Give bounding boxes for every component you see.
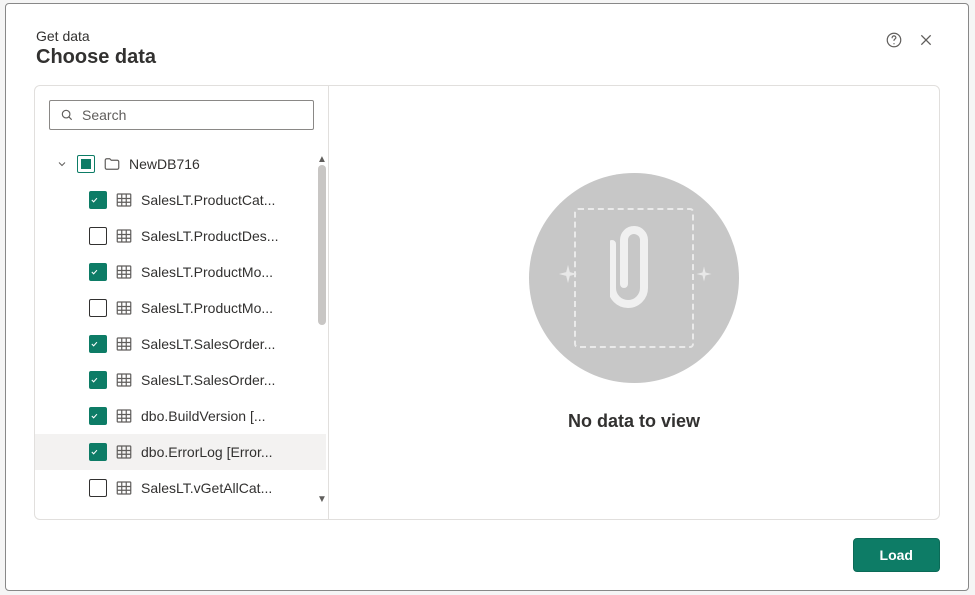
checkbox[interactable] xyxy=(89,371,107,389)
table-label: SalesLT.ProductMo... xyxy=(141,264,273,280)
placeholder-box xyxy=(574,208,694,348)
search-wrap xyxy=(35,86,328,140)
checkbox[interactable] xyxy=(77,155,95,173)
help-icon[interactable] xyxy=(882,28,906,52)
navigator-pane: NewDB716 SalesLT.ProductCat... SalesLT.Pro… xyxy=(35,86,329,519)
table-icon xyxy=(115,335,133,353)
table-label: SalesLT.vGetAllCat... xyxy=(141,480,272,496)
table-label: dbo.BuildVersion [... xyxy=(141,408,266,424)
checkbox[interactable] xyxy=(89,299,107,317)
table-label: SalesLT.ProductDes... xyxy=(141,228,278,244)
scrollbar[interactable]: ▲ ▼ xyxy=(318,154,326,505)
table-node[interactable]: SalesLT.ProductDes... xyxy=(35,218,326,254)
table-label: SalesLT.SalesOrder... xyxy=(141,372,275,388)
search-input[interactable] xyxy=(82,107,303,123)
header-subtitle: Get data xyxy=(36,28,156,44)
checkbox[interactable] xyxy=(89,227,107,245)
table-icon xyxy=(115,407,133,425)
tree-scroll: NewDB716 SalesLT.ProductCat... SalesLT.Pro… xyxy=(35,140,328,519)
table-icon xyxy=(115,227,133,245)
empty-placeholder-graphic xyxy=(529,173,739,383)
dialog-footer: Load xyxy=(6,520,968,590)
table-icon xyxy=(115,443,133,461)
body-panel: NewDB716 SalesLT.ProductCat... SalesLT.Pro… xyxy=(34,85,940,520)
header-actions xyxy=(882,28,938,52)
table-icon xyxy=(115,479,133,497)
table-label: SalesLT.ProductMo... xyxy=(141,300,273,316)
search-box[interactable] xyxy=(49,100,314,130)
checkbox[interactable] xyxy=(89,479,107,497)
header-text: Get data Choose data xyxy=(36,28,156,69)
load-button[interactable]: Load xyxy=(853,538,940,572)
table-icon xyxy=(115,263,133,281)
table-node[interactable]: SalesLT.ProductMo... xyxy=(35,254,326,290)
table-node[interactable]: dbo.BuildVersion [... xyxy=(35,398,326,434)
table-label: SalesLT.SalesOrder... xyxy=(141,336,275,352)
checkbox[interactable] xyxy=(89,335,107,353)
scroll-down-icon[interactable]: ▼ xyxy=(317,494,327,505)
paperclip-icon xyxy=(610,216,658,312)
table-node[interactable]: SalesLT.SalesOrder... xyxy=(35,362,326,398)
scroll-thumb[interactable] xyxy=(318,165,326,325)
checkbox[interactable] xyxy=(89,407,107,425)
empty-text: No data to view xyxy=(568,411,700,432)
table-node[interactable]: SalesLT.vGetAllCat... xyxy=(35,470,326,506)
table-label: dbo.ErrorLog [Error... xyxy=(141,444,273,460)
table-node[interactable]: SalesLT.ProductCat... xyxy=(35,182,326,218)
dialog-header: Get data Choose data xyxy=(6,4,968,85)
scroll-up-icon[interactable]: ▲ xyxy=(317,154,327,165)
search-icon xyxy=(60,108,74,122)
table-node[interactable]: SalesLT.ProductMo... xyxy=(35,290,326,326)
database-node[interactable]: NewDB716 xyxy=(35,146,326,182)
checkbox[interactable] xyxy=(89,191,107,209)
get-data-dialog: Get data Choose data xyxy=(5,3,969,591)
table-icon xyxy=(115,371,133,389)
header-title: Choose data xyxy=(36,46,156,69)
table-icon xyxy=(115,191,133,209)
table-icon xyxy=(115,299,133,317)
checkbox[interactable] xyxy=(89,443,107,461)
folder-icon xyxy=(103,155,121,173)
table-label: SalesLT.ProductCat... xyxy=(141,192,275,208)
table-node[interactable]: dbo.ErrorLog [Error... xyxy=(35,434,326,470)
chevron-down-icon[interactable] xyxy=(55,157,69,171)
preview-pane: No data to view xyxy=(329,86,939,519)
table-node[interactable]: SalesLT.SalesOrder... xyxy=(35,326,326,362)
close-icon[interactable] xyxy=(914,28,938,52)
database-label: NewDB716 xyxy=(129,156,200,172)
checkbox[interactable] xyxy=(89,263,107,281)
